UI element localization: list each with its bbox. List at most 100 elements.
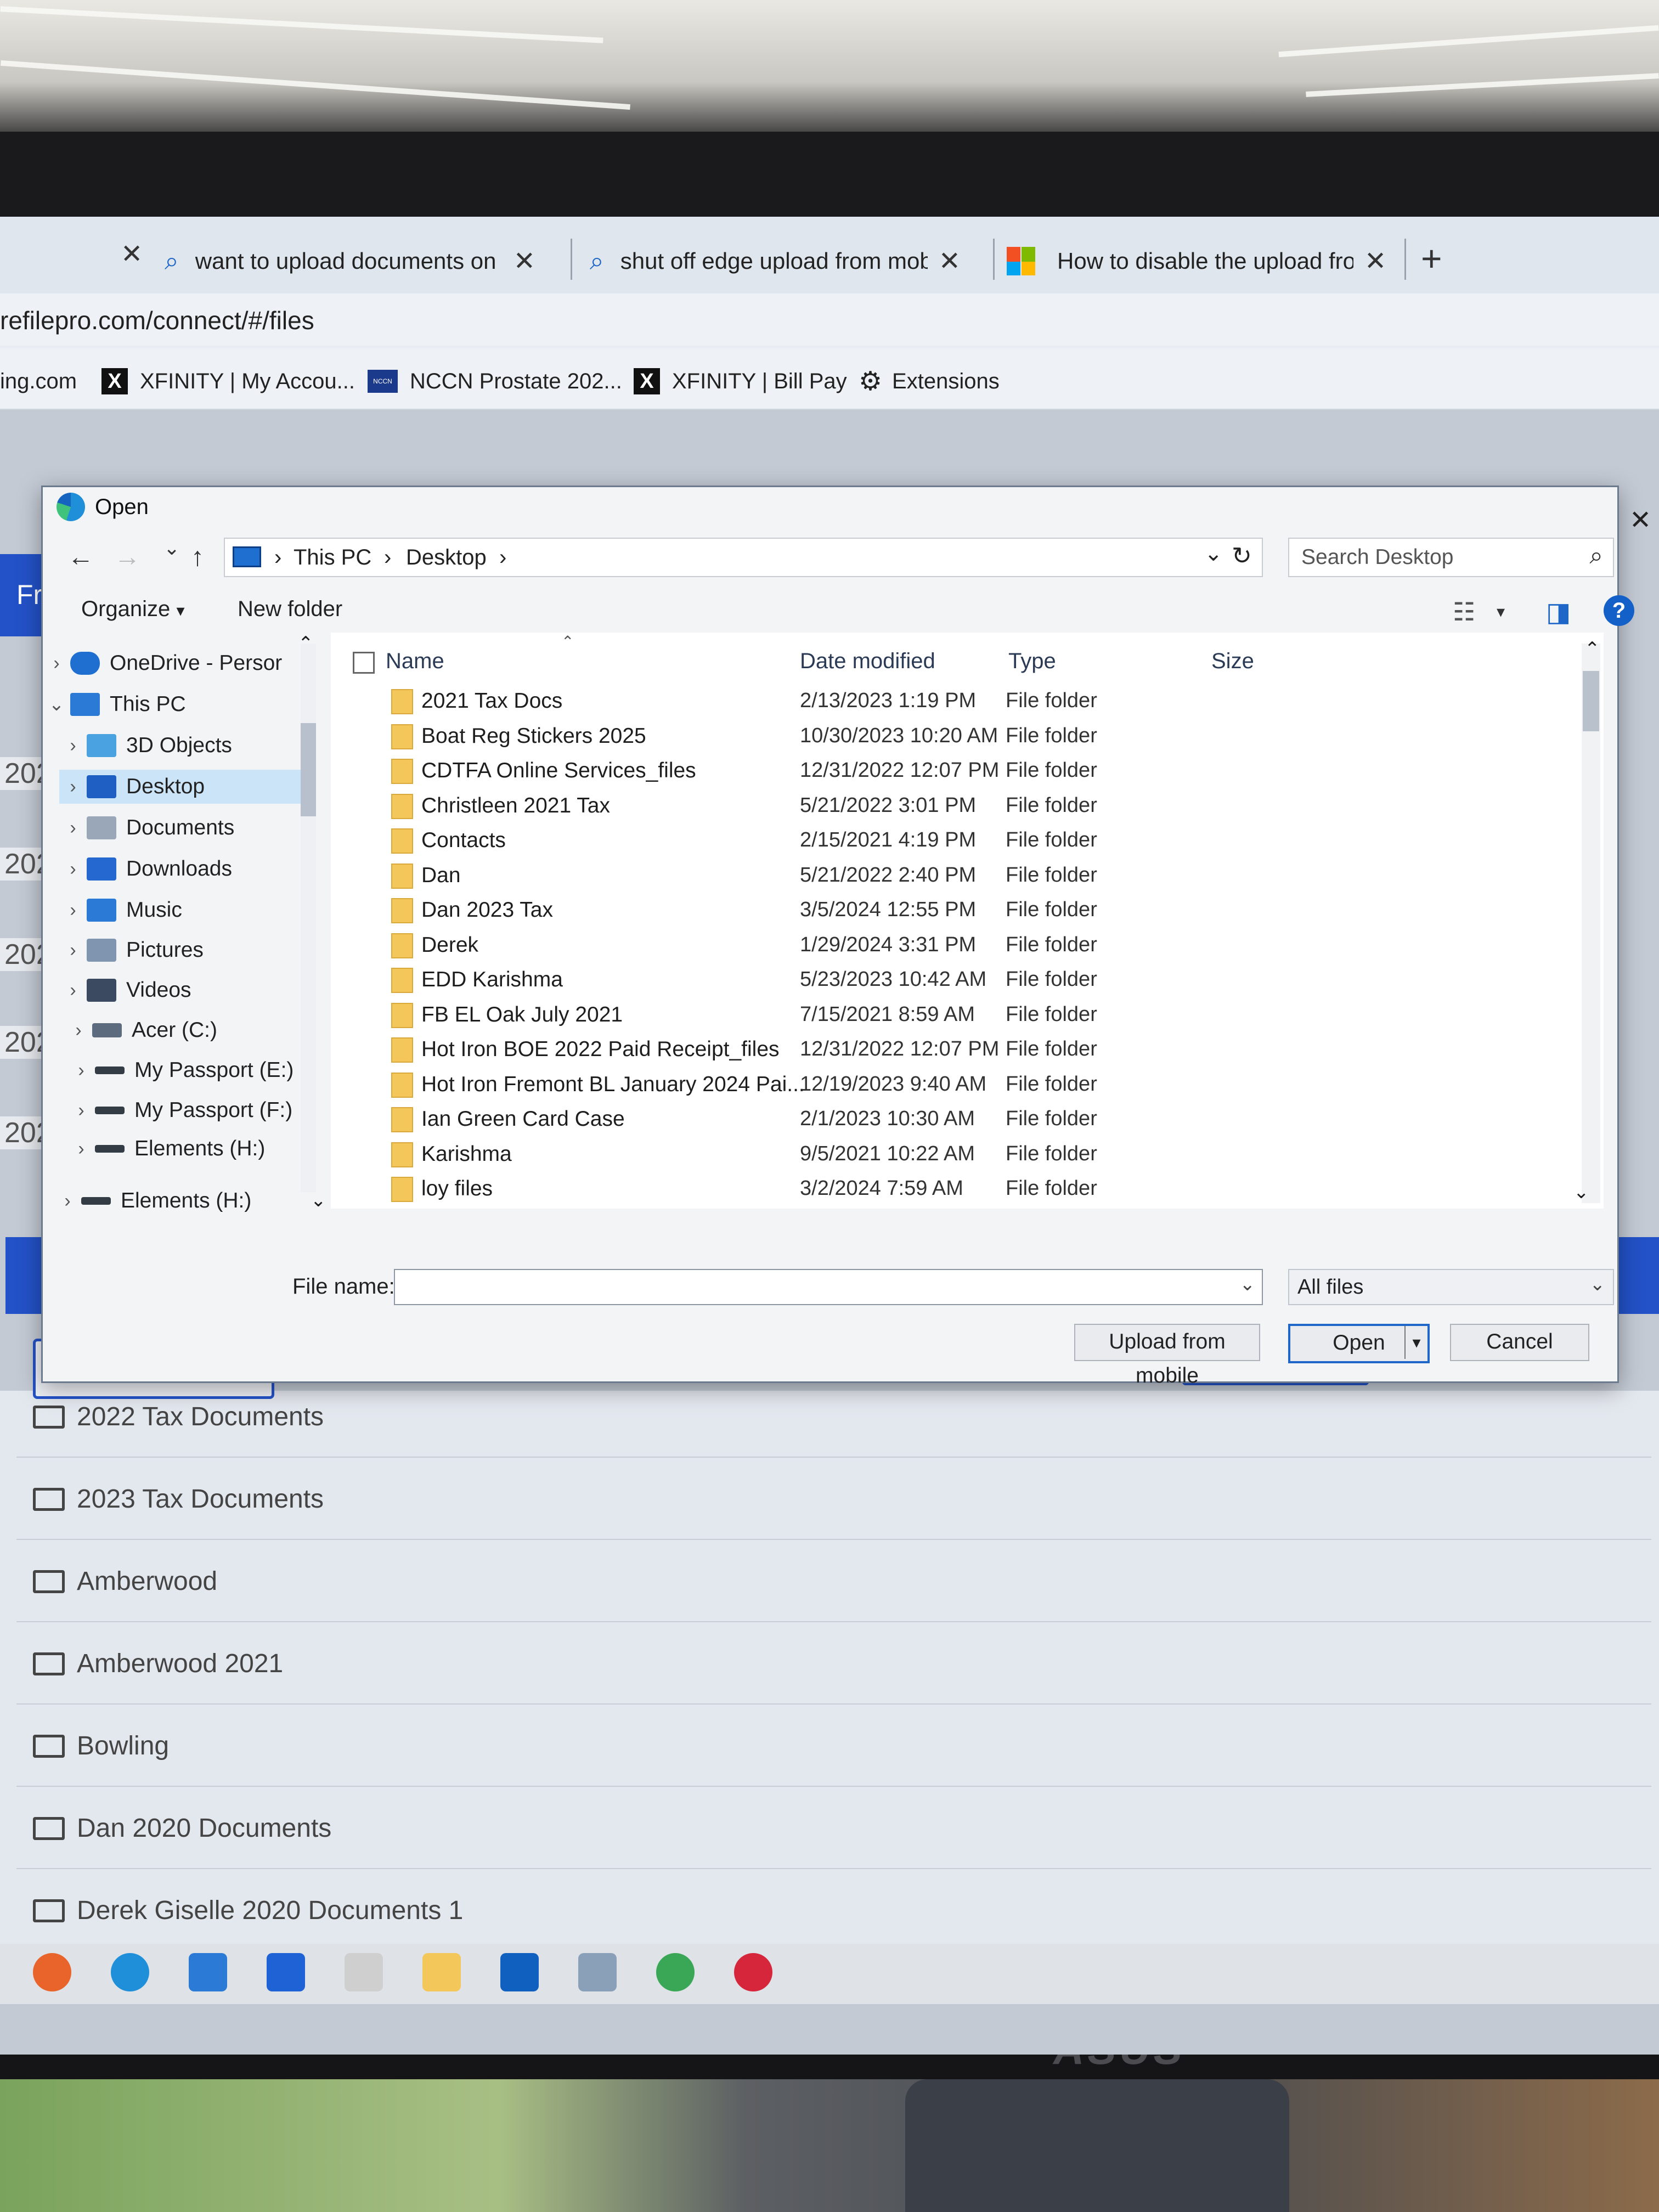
nav-item-drive-f[interactable]: › My Passport (F:)	[67, 1093, 301, 1127]
file-row[interactable]: Derek 1/29/2024 3:31 PM File folder	[331, 929, 1604, 963]
file-row[interactable]: loy files 3/2/2024 7:59 AM File folder	[331, 1172, 1604, 1206]
file-row[interactable]: Dan 2023 Tax 3/5/2024 12:55 PM File folder	[331, 894, 1604, 928]
file-row[interactable]: 2021 Tax Docs 2/13/2023 1:19 PM File folde…	[331, 685, 1604, 719]
split-dropdown-icon[interactable]: ▾	[1404, 1326, 1427, 1359]
address-bar[interactable]: refilepro.com/connect/#/files	[0, 294, 1659, 346]
search-icon[interactable]: ⌕	[1589, 542, 1603, 569]
chevron-down-icon[interactable]: ⌄	[1240, 1273, 1256, 1295]
file-row[interactable]: Nushake Roof Pictures4/16/2023 9:04 AMFi…	[331, 1207, 1604, 1209]
chevron-right-icon[interactable]: ›	[59, 900, 87, 921]
page-folder-item[interactable]: Bowling	[33, 1731, 169, 1761]
chevron-right-icon[interactable]: ›	[59, 735, 87, 757]
nav-item-3d-objects[interactable]: › 3D Objects	[59, 729, 301, 763]
file-row[interactable]: Christleen 2021 Tax 5/21/2022 3:01 PM File…	[331, 789, 1604, 823]
recent-locations-button[interactable]: ⌄	[163, 537, 180, 560]
nav-item-videos[interactable]: › Videos	[59, 973, 301, 1007]
dropbox-icon[interactable]	[267, 1953, 305, 1991]
chevron-right-icon[interactable]: ›	[59, 859, 87, 880]
open-button[interactable]: Open ▾	[1288, 1324, 1430, 1363]
bookmark-item[interactable]: ⚙ Extensions	[859, 365, 1000, 398]
browser-tab[interactable]: How to disable the upload from ✕	[1007, 232, 1402, 290]
nav-item-drive-h[interactable]: › Elements (H:)	[54, 1184, 301, 1218]
file-row[interactable]: Dan 5/21/2022 2:40 PM File folder	[331, 859, 1604, 893]
page-folder-item[interactable]: Derek Giselle 2020 Documents 1	[33, 1895, 463, 1926]
back-button[interactable]: ←	[67, 542, 94, 572]
column-header-size[interactable]: Size	[1211, 649, 1254, 674]
chevron-right-icon[interactable]: ›	[59, 980, 87, 1001]
forward-button[interactable]: →	[114, 542, 140, 572]
amazon-icon[interactable]	[345, 1953, 383, 1991]
chrome-icon[interactable]	[656, 1953, 695, 1991]
nav-item-pictures[interactable]: › Pictures	[59, 933, 301, 967]
nav-item-documents[interactable]: › Documents	[59, 811, 301, 845]
file-list-scrollbar-thumb[interactable]	[1583, 671, 1599, 731]
nav-item-drive-h[interactable]: › Elements (H:)	[67, 1132, 301, 1166]
nav-item-this-pc[interactable]: ⌄ This PC	[43, 687, 301, 721]
file-row[interactable]: Boat Reg Stickers 2025 10/30/2023 10:20 A…	[331, 720, 1604, 754]
select-all-checkbox[interactable]	[353, 652, 375, 674]
scroll-up-icon[interactable]: ⌃	[298, 633, 314, 654]
file-row[interactable]: Ian Green Card Case 2/1/2023 10:30 AM File…	[331, 1103, 1604, 1137]
chevron-right-icon[interactable]: ›	[59, 776, 87, 798]
outlook-icon[interactable]	[500, 1953, 539, 1991]
nav-item-onedrive[interactable]: › OneDrive - Persor	[43, 646, 301, 680]
bookmark-item[interactable]: NCCN NCCN Prostate 202...	[368, 365, 622, 398]
column-header-type[interactable]: Type	[1008, 649, 1056, 674]
up-button[interactable]: ↑	[191, 542, 204, 572]
bookmark-item[interactable]: X XFINITY | My Accou...	[101, 365, 355, 398]
search-input[interactable]: Search Desktop ⌕	[1288, 538, 1614, 577]
file-type-select[interactable]: All files ⌄	[1288, 1269, 1614, 1305]
nav-item-desktop[interactable]: › Desktop	[59, 770, 301, 804]
firefox-icon[interactable]	[33, 1953, 71, 1991]
file-name-input[interactable]: ⌄	[394, 1269, 1263, 1305]
nav-item-music[interactable]: › Music	[59, 893, 301, 927]
page-folder-item[interactable]: 2023 Tax Documents	[33, 1484, 324, 1514]
page-right-button[interactable]	[1618, 1237, 1659, 1314]
tab-close-icon[interactable]: ✕	[1364, 246, 1386, 276]
chevron-down-icon[interactable]: ▾	[1497, 602, 1505, 622]
chevron-right-icon[interactable]: ›	[54, 1190, 81, 1212]
tab-close-icon[interactable]: ✕	[939, 246, 961, 276]
file-row[interactable]: FB EL Oak July 2021 7/15/2021 8:59 AM File…	[331, 998, 1604, 1032]
file-row[interactable]: EDD Karishma 5/23/2023 10:42 AM File folde…	[331, 963, 1604, 997]
nav-item-downloads[interactable]: › Downloads	[59, 852, 301, 886]
in-control-icon[interactable]	[734, 1953, 772, 1991]
bookmark-item[interactable]: X XFINITY | Bill Pay	[634, 365, 847, 398]
tab-close-icon[interactable]: ✕	[121, 239, 143, 269]
help-icon[interactable]: ?	[1604, 595, 1634, 626]
cloud-icon[interactable]	[578, 1953, 617, 1991]
chevron-right-icon[interactable]: ›	[67, 1100, 95, 1121]
chevron-right-icon[interactable]: ›	[67, 1138, 95, 1160]
chevron-right-icon[interactable]: ›	[59, 817, 87, 839]
browser-tab[interactable]: ⌕ shut off edge upload from mobil ✕	[590, 232, 985, 290]
column-header-name[interactable]: Name	[386, 649, 444, 674]
file-row[interactable]: Hot Iron BOE 2022 Paid Receipt_files 12/3…	[331, 1033, 1604, 1067]
bookmark-item[interactable]: ing.com	[0, 365, 77, 398]
breadcrumb-item[interactable]: Desktop	[406, 545, 487, 570]
new-tab-button[interactable]: +	[1421, 238, 1442, 279]
page-folder-item[interactable]: Amberwood	[33, 1566, 217, 1596]
scroll-up-icon[interactable]: ⌃	[1584, 638, 1600, 660]
url-text[interactable]: refilepro.com/connect/#/files	[0, 306, 314, 335]
view-options-icon[interactable]: ☷	[1453, 597, 1475, 627]
file-row[interactable]: Karishma 9/5/2021 10:22 AM File folder	[331, 1138, 1604, 1172]
scroll-down-icon[interactable]: ⌄	[1573, 1181, 1589, 1203]
file-row[interactable]: Hot Iron Fremont BL January 2024 Pai... 1…	[331, 1068, 1604, 1102]
nav-scrollbar-thumb[interactable]	[301, 723, 316, 816]
tab-close-icon[interactable]: ✕	[514, 246, 535, 276]
chevron-right-icon[interactable]: ›	[65, 1020, 92, 1041]
breadcrumb[interactable]: › This PC › Desktop › ⌄ ↻	[224, 538, 1263, 577]
cancel-button[interactable]: Cancel	[1450, 1324, 1589, 1361]
new-folder-button[interactable]: New folder	[238, 597, 342, 622]
page-folder-item[interactable]: Amberwood 2021	[33, 1649, 283, 1679]
page-top-button[interactable]: Fr	[0, 554, 44, 636]
page-folder-item[interactable]: 2022 Tax Documents	[33, 1402, 324, 1432]
address-dropdown-icon[interactable]: ⌄	[1204, 541, 1223, 566]
refresh-icon[interactable]: ↻	[1232, 542, 1252, 570]
mail-icon[interactable]	[189, 1953, 227, 1991]
chevron-right-icon[interactable]: ›	[59, 940, 87, 961]
nav-item-drive-c[interactable]: › Acer (C:)	[65, 1013, 301, 1047]
organize-button[interactable]: Organize ▾	[81, 597, 185, 622]
column-header-date[interactable]: Date modified	[800, 649, 935, 674]
file-row[interactable]: CDTFA Online Services_files 12/31/2022 12…	[331, 754, 1604, 788]
